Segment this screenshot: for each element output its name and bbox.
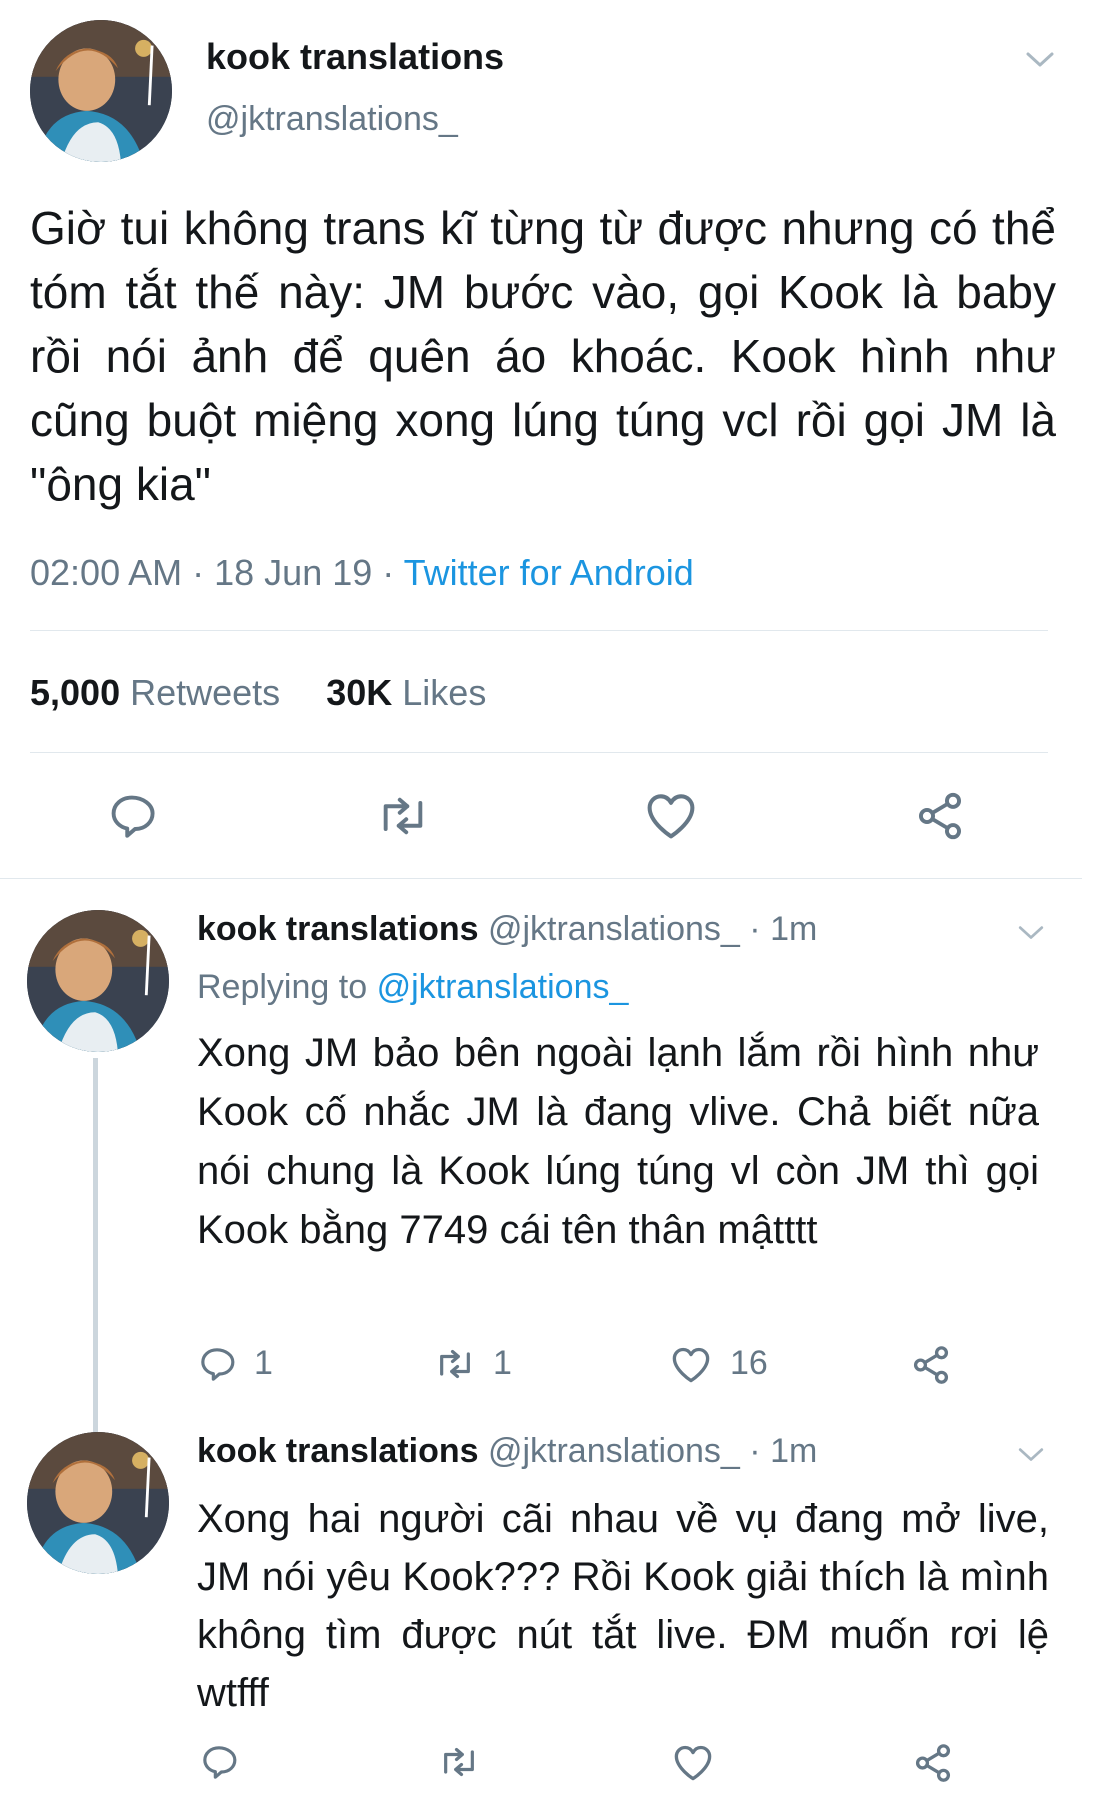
retweet-icon[interactable] <box>432 1344 478 1384</box>
handle[interactable]: @jktranslations_ <box>206 100 458 139</box>
tweet-meta: 02:00 AM · 18 Jun 19 · Twitter for Andro… <box>30 552 694 594</box>
meta-separator: · <box>749 1432 761 1470</box>
avatar-image <box>30 20 172 162</box>
handle[interactable]: @jktranslations_ <box>488 1432 740 1470</box>
tweet-time[interactable]: 1m <box>770 910 817 948</box>
tweet-text: Xong JM bảo bên ngoài lạnh lắm rồi hình … <box>197 1031 1039 1252</box>
retweet-icon[interactable] <box>374 790 432 842</box>
like-icon[interactable] <box>672 1742 714 1782</box>
retweet-count: 1 <box>493 1344 512 1382</box>
retweets-label: Retweets <box>130 672 281 713</box>
tweet-time[interactable]: 02:00 AM <box>30 552 182 593</box>
retweets-stat[interactable]: 5,000 Retweets <box>30 672 290 713</box>
share-icon[interactable] <box>912 1742 954 1784</box>
handle[interactable]: @jktranslations_ <box>488 910 740 948</box>
display-name[interactable]: kook translations <box>197 910 479 948</box>
reply-icon[interactable] <box>199 1742 239 1782</box>
reply-header: kook translations @jktranslations_ · 1m <box>197 910 817 949</box>
share-icon[interactable] <box>914 790 966 842</box>
retweets-count: 5,000 <box>30 672 121 713</box>
tweet-text: Giờ tui không trans kĩ từng từ được nhưn… <box>30 202 1056 510</box>
avatar[interactable] <box>27 1432 169 1574</box>
engagement-stats: 5,000 Retweets 30K Likes <box>30 672 486 714</box>
avatar-image <box>27 1432 169 1574</box>
avatar[interactable] <box>30 20 172 162</box>
meta-separator: · <box>749 910 761 948</box>
display-name[interactable]: kook translations <box>197 1432 479 1470</box>
likes-label: Likes <box>402 672 487 713</box>
replying-to: Replying to @jktranslations_ <box>197 968 628 1007</box>
likes-stat[interactable]: 30K Likes <box>326 672 486 713</box>
like-icon[interactable] <box>644 790 698 840</box>
avatar-image <box>27 910 169 1052</box>
divider <box>30 752 1048 753</box>
meta-separator: · <box>192 552 205 593</box>
share-icon[interactable] <box>910 1344 952 1386</box>
meta-separator: · <box>382 552 395 593</box>
replying-to-handle[interactable]: @jktranslations_ <box>377 968 629 1006</box>
tweet-text: Xong hai người cãi nhau về vụ đang mở li… <box>197 1497 1049 1715</box>
avatar[interactable] <box>27 910 169 1052</box>
chevron-down-icon[interactable] <box>1017 924 1045 942</box>
tweet-date[interactable]: 18 Jun 19 <box>214 552 372 593</box>
section-divider <box>0 878 1082 879</box>
like-icon[interactable] <box>670 1344 712 1384</box>
like-count: 16 <box>730 1344 768 1382</box>
replying-to-label: Replying to <box>197 968 368 1006</box>
thread-line <box>93 1058 98 1432</box>
display-name[interactable]: kook translations <box>206 36 504 78</box>
reply-header: kook translations @jktranslations_ · 1m <box>197 1432 817 1471</box>
reply-count: 1 <box>254 1344 273 1382</box>
reply-icon[interactable] <box>106 790 158 842</box>
retweet-icon[interactable] <box>436 1742 482 1782</box>
tweet-source[interactable]: Twitter for Android <box>404 552 694 593</box>
chevron-down-icon[interactable] <box>1025 50 1055 70</box>
chevron-down-icon[interactable] <box>1017 1446 1045 1464</box>
likes-count: 30K <box>326 672 393 713</box>
reply-icon[interactable] <box>197 1344 237 1384</box>
divider <box>30 630 1048 631</box>
tweet-time[interactable]: 1m <box>770 1432 817 1470</box>
